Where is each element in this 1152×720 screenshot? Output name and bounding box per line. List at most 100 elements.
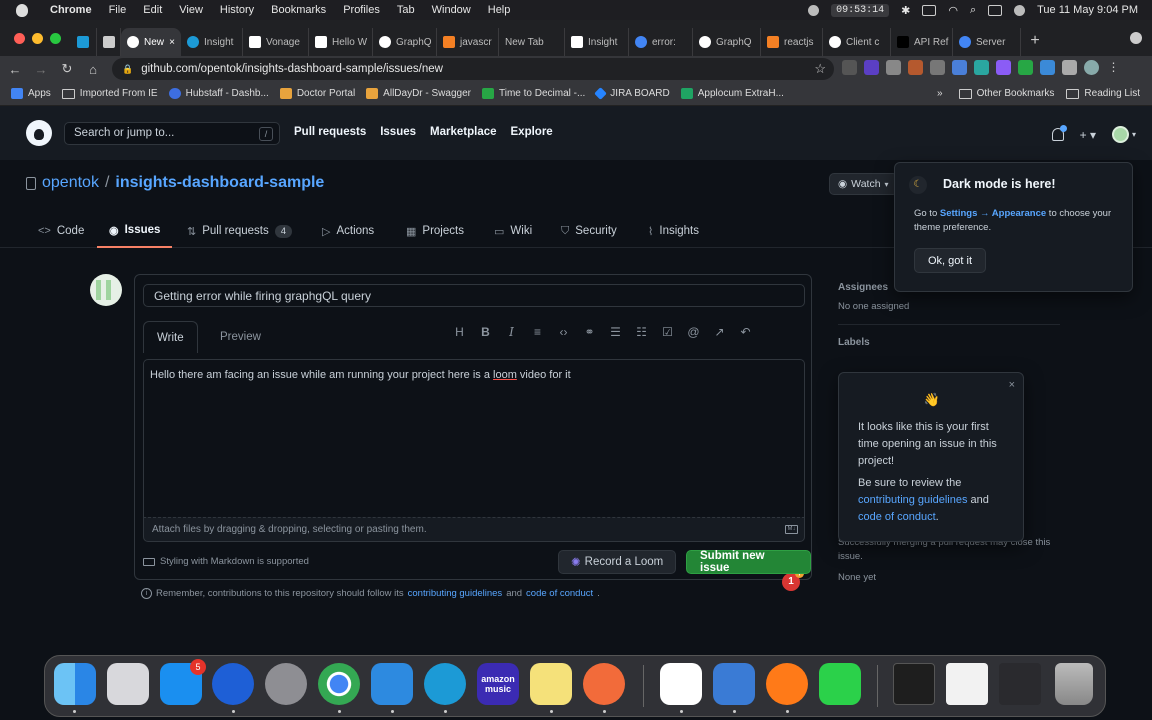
menu-edit[interactable]: Edit — [143, 4, 162, 16]
activity-monitor-icon[interactable] — [713, 663, 755, 705]
tab-graphql[interactable]: GraphQ — [373, 28, 437, 56]
issue-body-textarea[interactable]: Hello there am facing an issue while am … — [143, 359, 805, 591]
cloud-icon[interactable] — [808, 4, 820, 16]
wifi-icon[interactable]: ◠ — [948, 4, 958, 17]
bluetooth-icon[interactable]: ✱ — [901, 4, 910, 17]
user-menu[interactable]: ▾ — [1111, 126, 1136, 143]
bookmark-time-to-decimal[interactable]: Time to Decimal -... — [481, 88, 585, 99]
task-list-icon[interactable]: ☑ — [661, 325, 674, 339]
code-icon[interactable]: ‹› — [557, 325, 570, 339]
tab-projects[interactable]: ▦ Projects — [406, 214, 464, 248]
reference-icon[interactable]: ↗ — [713, 325, 726, 339]
tab-security[interactable]: ⛉ Security — [561, 214, 617, 248]
italic-icon[interactable]: I — [505, 325, 518, 339]
tab-graphql-2[interactable]: GraphQ — [693, 28, 761, 56]
address-bar[interactable]: 🔒 github.com/opentok/insights-dashboard-… — [112, 58, 834, 80]
menu-app[interactable]: Chrome — [50, 4, 92, 16]
notifications-bell-icon[interactable] — [1051, 125, 1067, 141]
firefox-icon[interactable] — [766, 663, 808, 705]
bookmark-applocum[interactable]: Applocum ExtraH... — [680, 88, 784, 99]
repo-name-link[interactable]: insights-dashboard-sample — [115, 174, 324, 192]
menu-window[interactable]: Window — [432, 4, 471, 16]
bookmark-hubstaff[interactable]: Hubstaff - Dashb... — [168, 88, 269, 99]
menu-bookmarks[interactable]: Bookmarks — [271, 4, 326, 16]
tab-skype[interactable] — [71, 28, 97, 56]
extension-pen-icon[interactable] — [842, 60, 857, 75]
tab-search-icon[interactable] — [1130, 32, 1142, 44]
bookmark-other[interactable]: Other Bookmarks — [958, 88, 1054, 99]
reload-icon[interactable]: ↻ — [56, 61, 78, 77]
app-store-icon[interactable]: 5 — [160, 659, 206, 705]
tab-javascript[interactable]: javascr — [437, 28, 499, 56]
create-new-dropdown[interactable]: + ▾ — [1080, 128, 1096, 142]
terminal-window-thumbnail-icon[interactable] — [893, 663, 935, 705]
tab-pull-requests[interactable]: ⇅ Pull requests 4 — [187, 214, 292, 248]
tab-reactjs[interactable]: reactjs — [761, 28, 823, 56]
forward-icon[interactable]: → — [30, 62, 52, 77]
tab-preview[interactable]: Preview — [207, 321, 274, 353]
menu-tab[interactable]: Tab — [397, 4, 415, 16]
skype-app-icon[interactable] — [424, 663, 466, 705]
vscode-icon[interactable] — [371, 663, 413, 705]
tab-issues[interactable]: ◉ Issues — [97, 214, 173, 248]
labels-heading[interactable]: Labels — [838, 337, 1060, 348]
numbered-list-icon[interactable]: ☷ — [635, 325, 648, 339]
menubar-datetime[interactable]: Tue 11 May 9:04 PM — [1037, 4, 1138, 16]
tab-hello[interactable]: Hello W — [309, 28, 373, 56]
nav-pull-requests[interactable]: Pull requests — [294, 126, 366, 138]
link-icon[interactable]: ⚭ — [583, 325, 596, 339]
menubar-clock[interactable]: 09:53:14 — [831, 3, 890, 17]
bookmark-star-icon[interactable]: ☆ — [814, 61, 826, 77]
chrome-menu-icon[interactable]: ⋮ — [1106, 60, 1121, 75]
mention-icon[interactable]: @ — [687, 325, 700, 339]
hubstaff-app-icon[interactable] — [212, 663, 254, 705]
bulleted-list-icon[interactable]: ☰ — [609, 325, 622, 339]
new-tab-button[interactable]: + — [1021, 32, 1049, 50]
bookmark-imported[interactable]: Imported From IE — [61, 88, 158, 99]
profile-avatar-icon[interactable] — [1084, 60, 1099, 75]
settings-appearance-link[interactable]: Settings → Appearance — [940, 208, 1046, 219]
spotlight-search-icon[interactable]: ⌕ — [970, 4, 976, 17]
repo-owner-link[interactable]: opentok — [42, 174, 99, 192]
control-center-icon[interactable] — [988, 4, 1003, 16]
menu-profiles[interactable]: Profiles — [343, 4, 380, 16]
browser-window-thumbnail-icon[interactable] — [946, 663, 988, 705]
markdown-supported-link[interactable]: Styling with Markdown is supported — [143, 556, 309, 567]
extension-camera-icon[interactable] — [974, 60, 989, 75]
reply-icon[interactable]: ↶ — [739, 325, 752, 339]
record-loom-button[interactable]: ✺ Record a Loom — [558, 550, 677, 574]
menu-file[interactable]: File — [109, 4, 127, 16]
github-logo-icon[interactable] — [26, 120, 52, 146]
tab-actions[interactable]: ▷ Actions — [322, 214, 374, 248]
chrome-app-icon[interactable] — [318, 663, 360, 705]
home-icon[interactable]: ⌂ — [82, 62, 104, 77]
tab-wiki[interactable]: ▭ Wiki — [494, 214, 532, 248]
nav-marketplace[interactable]: Marketplace — [430, 126, 496, 138]
tab-new-issue[interactable]: New × — [121, 28, 181, 56]
watch-button[interactable]: ◉ Watch ▾ — [829, 173, 898, 195]
extension-grid-icon[interactable] — [908, 60, 923, 75]
finder-icon[interactable] — [54, 663, 96, 705]
extension-new-icon[interactable] — [886, 60, 901, 75]
contributing-guidelines-link[interactable]: contributing guidelines — [408, 588, 503, 599]
close-icon[interactable]: × — [1009, 379, 1015, 391]
menu-view[interactable]: View — [179, 4, 203, 16]
tab-vonage[interactable]: Vonage — [243, 28, 309, 56]
apple-icon[interactable] — [16, 3, 28, 17]
lock-icon[interactable]: 🔒 — [122, 64, 133, 75]
close-tab-icon[interactable]: × — [169, 37, 175, 48]
system-preferences-icon[interactable] — [265, 663, 307, 705]
ok-got-it-button[interactable]: Ok, got it — [914, 248, 987, 273]
extension-c-icon[interactable] — [930, 60, 945, 75]
battery-icon[interactable] — [922, 4, 937, 16]
slack-icon[interactable] — [660, 663, 702, 705]
trash-icon[interactable] — [1055, 663, 1093, 705]
contributing-guidelines-link[interactable]: contributing guidelines — [858, 494, 967, 506]
tab-error[interactable]: error: — [629, 28, 693, 56]
postman-icon[interactable] — [583, 663, 625, 705]
facetime-icon[interactable] — [819, 663, 861, 705]
extension-tab-icon[interactable] — [952, 60, 967, 75]
back-icon[interactable]: ← — [4, 62, 26, 77]
stickies-icon[interactable] — [530, 663, 572, 705]
extension-green-icon[interactable] — [1018, 60, 1033, 75]
